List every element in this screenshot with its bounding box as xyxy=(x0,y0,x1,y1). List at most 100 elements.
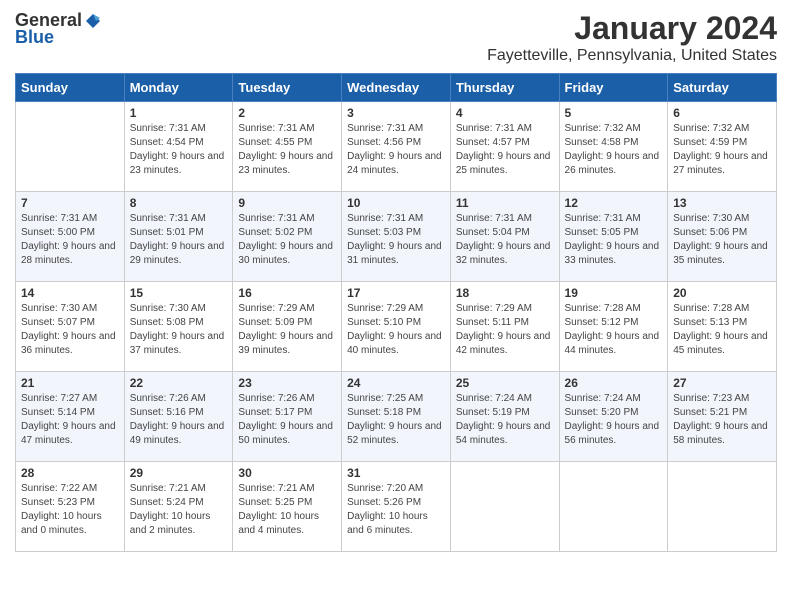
calendar-cell: 31 Sunrise: 7:20 AMSunset: 5:26 PMDayligh… xyxy=(342,462,451,552)
cell-info: Sunrise: 7:29 AMSunset: 5:11 PMDaylight:… xyxy=(456,302,554,358)
week-row-5: 28 Sunrise: 7:22 AMSunset: 5:23 PMDayligh… xyxy=(16,462,777,552)
day-number: 23 xyxy=(238,376,336,390)
calendar-cell: 5Sunrise: 7:32 AMSunset: 4:58 PMDaylight… xyxy=(559,102,668,192)
logo: General Blue xyxy=(15,10,102,48)
calendar-cell: 22Sunrise: 7:26 AMSunset: 5:16 PMDayligh… xyxy=(124,372,233,462)
day-number: 18 xyxy=(456,286,554,300)
weekday-header-wednesday: Wednesday xyxy=(342,74,451,102)
logo-blue-text: Blue xyxy=(15,27,54,48)
day-number: 22 xyxy=(130,376,228,390)
day-number: 24 xyxy=(347,376,445,390)
calendar-cell: 13Sunrise: 7:30 AMSunset: 5:06 PMDayligh… xyxy=(668,192,777,282)
day-number: 9 xyxy=(238,196,336,210)
cell-info: Sunrise: 7:26 AMSunset: 5:17 PMDaylight:… xyxy=(238,392,336,448)
cell-info: Sunrise: 7:22 AMSunset: 5:23 PMDaylight:… xyxy=(21,482,119,538)
day-number: 17 xyxy=(347,286,445,300)
day-number: 20 xyxy=(673,286,771,300)
weekday-header-friday: Friday xyxy=(559,74,668,102)
cell-info: Sunrise: 7:31 AMSunset: 5:03 PMDaylight:… xyxy=(347,212,445,268)
day-number: 29 xyxy=(130,466,228,480)
cell-info: Sunrise: 7:31 AMSunset: 5:00 PMDaylight:… xyxy=(21,212,119,268)
cell-info: Sunrise: 7:31 AMSunset: 4:54 PMDaylight:… xyxy=(130,122,228,178)
cell-info: Sunrise: 7:29 AMSunset: 5:09 PMDaylight:… xyxy=(238,302,336,358)
calendar-cell xyxy=(450,462,559,552)
cell-info: Sunrise: 7:30 AMSunset: 5:07 PMDaylight:… xyxy=(21,302,119,358)
cell-info: Sunrise: 7:31 AMSunset: 4:56 PMDaylight:… xyxy=(347,122,445,178)
day-number: 1 xyxy=(130,106,228,120)
cell-info: Sunrise: 7:21 AMSunset: 5:25 PMDaylight:… xyxy=(238,482,336,538)
calendar-cell: 2 Sunrise: 7:31 AMSunset: 4:55 PMDaylight… xyxy=(233,102,342,192)
calendar-cell: 25Sunrise: 7:24 AMSunset: 5:19 PMDayligh… xyxy=(450,372,559,462)
calendar-cell: 24 Sunrise: 7:25 AMSunset: 5:18 PMDayligh… xyxy=(342,372,451,462)
cell-info: Sunrise: 7:23 AMSunset: 5:21 PMDaylight:… xyxy=(673,392,771,448)
title-block: January 2024 Fayetteville, Pennsylvania,… xyxy=(487,10,777,65)
day-number: 13 xyxy=(673,196,771,210)
calendar-cell: 9 Sunrise: 7:31 AMSunset: 5:02 PMDaylight… xyxy=(233,192,342,282)
calendar-cell: 17 Sunrise: 7:29 AMSunset: 5:10 PMDayligh… xyxy=(342,282,451,372)
cell-info: Sunrise: 7:31 AMSunset: 5:04 PMDaylight:… xyxy=(456,212,554,268)
cell-info: Sunrise: 7:31 AMSunset: 5:01 PMDaylight:… xyxy=(130,212,228,268)
day-number: 19 xyxy=(565,286,663,300)
calendar-cell: 26Sunrise: 7:24 AMSunset: 5:20 PMDayligh… xyxy=(559,372,668,462)
weekday-header-sunday: Sunday xyxy=(16,74,125,102)
day-number: 7 xyxy=(21,196,119,210)
day-number: 15 xyxy=(130,286,228,300)
cell-info: Sunrise: 7:30 AMSunset: 5:08 PMDaylight:… xyxy=(130,302,228,358)
calendar-cell: 7 Sunrise: 7:31 AMSunset: 5:00 PMDaylight… xyxy=(16,192,125,282)
cell-info: Sunrise: 7:31 AMSunset: 5:05 PMDaylight:… xyxy=(565,212,663,268)
calendar-cell: 14 Sunrise: 7:30 AMSunset: 5:07 PMDayligh… xyxy=(16,282,125,372)
cell-info: Sunrise: 7:27 AMSunset: 5:14 PMDaylight:… xyxy=(21,392,119,448)
cell-info: Sunrise: 7:31 AMSunset: 5:02 PMDaylight:… xyxy=(238,212,336,268)
calendar-cell: 10 Sunrise: 7:31 AMSunset: 5:03 PMDayligh… xyxy=(342,192,451,282)
day-number: 8 xyxy=(130,196,228,210)
day-number: 2 xyxy=(238,106,336,120)
logo-icon xyxy=(84,12,102,30)
calendar-cell: 6Sunrise: 7:32 AMSunset: 4:59 PMDaylight… xyxy=(668,102,777,192)
month-title: January 2024 xyxy=(487,10,777,47)
cell-info: Sunrise: 7:31 AMSunset: 4:55 PMDaylight:… xyxy=(238,122,336,178)
cell-info: Sunrise: 7:29 AMSunset: 5:10 PMDaylight:… xyxy=(347,302,445,358)
calendar: SundayMondayTuesdayWednesdayThursdayFrid… xyxy=(15,73,777,552)
cell-info: Sunrise: 7:31 AMSunset: 4:57 PMDaylight:… xyxy=(456,122,554,178)
cell-info: Sunrise: 7:21 AMSunset: 5:24 PMDaylight:… xyxy=(130,482,228,538)
cell-info: Sunrise: 7:20 AMSunset: 5:26 PMDaylight:… xyxy=(347,482,445,538)
cell-info: Sunrise: 7:25 AMSunset: 5:18 PMDaylight:… xyxy=(347,392,445,448)
calendar-cell: 23 Sunrise: 7:26 AMSunset: 5:17 PMDayligh… xyxy=(233,372,342,462)
calendar-cell: 21Sunrise: 7:27 AMSunset: 5:14 PMDayligh… xyxy=(16,372,125,462)
calendar-cell: 11 Sunrise: 7:31 AMSunset: 5:04 PMDayligh… xyxy=(450,192,559,282)
calendar-cell xyxy=(559,462,668,552)
calendar-cell: 12 Sunrise: 7:31 AMSunset: 5:05 PMDayligh… xyxy=(559,192,668,282)
day-number: 27 xyxy=(673,376,771,390)
day-number: 28 xyxy=(21,466,119,480)
calendar-cell: 20 Sunrise: 7:28 AMSunset: 5:13 PMDayligh… xyxy=(668,282,777,372)
calendar-cell: 29 Sunrise: 7:21 AMSunset: 5:24 PMDayligh… xyxy=(124,462,233,552)
calendar-cell: 27 Sunrise: 7:23 AMSunset: 5:21 PMDayligh… xyxy=(668,372,777,462)
calendar-cell: 28 Sunrise: 7:22 AMSunset: 5:23 PMDayligh… xyxy=(16,462,125,552)
day-number: 5 xyxy=(565,106,663,120)
weekday-header-monday: Monday xyxy=(124,74,233,102)
day-number: 11 xyxy=(456,196,554,210)
weekday-header-thursday: Thursday xyxy=(450,74,559,102)
calendar-cell: 3 Sunrise: 7:31 AMSunset: 4:56 PMDaylight… xyxy=(342,102,451,192)
day-number: 31 xyxy=(347,466,445,480)
day-number: 10 xyxy=(347,196,445,210)
day-number: 3 xyxy=(347,106,445,120)
week-row-3: 14 Sunrise: 7:30 AMSunset: 5:07 PMDayligh… xyxy=(16,282,777,372)
week-row-2: 7 Sunrise: 7:31 AMSunset: 5:00 PMDaylight… xyxy=(16,192,777,282)
week-row-4: 21Sunrise: 7:27 AMSunset: 5:14 PMDayligh… xyxy=(16,372,777,462)
calendar-cell: 18 Sunrise: 7:29 AMSunset: 5:11 PMDayligh… xyxy=(450,282,559,372)
calendar-cell: 8 Sunrise: 7:31 AMSunset: 5:01 PMDaylight… xyxy=(124,192,233,282)
calendar-cell: 15 Sunrise: 7:30 AMSunset: 5:08 PMDayligh… xyxy=(124,282,233,372)
cell-info: Sunrise: 7:24 AMSunset: 5:19 PMDaylight:… xyxy=(456,392,554,448)
day-number: 26 xyxy=(565,376,663,390)
day-number: 16 xyxy=(238,286,336,300)
weekday-header-saturday: Saturday xyxy=(668,74,777,102)
calendar-cell xyxy=(668,462,777,552)
cell-info: Sunrise: 7:28 AMSunset: 5:13 PMDaylight:… xyxy=(673,302,771,358)
week-row-1: 1 Sunrise: 7:31 AMSunset: 4:54 PMDaylight… xyxy=(16,102,777,192)
day-number: 12 xyxy=(565,196,663,210)
day-number: 14 xyxy=(21,286,119,300)
day-number: 6 xyxy=(673,106,771,120)
calendar-cell: 16 Sunrise: 7:29 AMSunset: 5:09 PMDayligh… xyxy=(233,282,342,372)
location: Fayetteville, Pennsylvania, United State… xyxy=(487,47,777,65)
